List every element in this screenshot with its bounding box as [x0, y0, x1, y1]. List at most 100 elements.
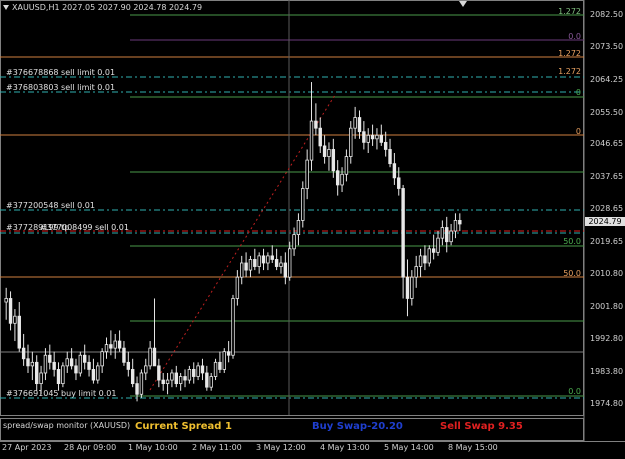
sell-swap-indicator: Sell Swap 9.35: [440, 421, 523, 432]
candle: [96, 365, 100, 381]
candle: [8, 298, 13, 324]
candle: [56, 369, 61, 385]
time-tick: 8 May 15:00: [448, 443, 498, 452]
fib-level-label: 50.0: [563, 237, 581, 246]
candle: [196, 365, 200, 377]
subwindow-title: spread/swap monitor (XAUUSD): [3, 421, 131, 430]
order-label[interactable]: #376691045 buy limit 0.01: [6, 389, 116, 398]
candle: [152, 347, 157, 367]
buy-swap-indicator: Buy Swap-20.20: [312, 421, 403, 432]
candle: [362, 131, 366, 143]
candle: [370, 134, 375, 140]
price-tick: 2037.65: [590, 172, 624, 181]
time-tick: 1 May 10:00: [128, 443, 178, 452]
candle: [375, 134, 379, 140]
price-tick: 2055.50: [590, 108, 624, 117]
symbol-line: XAUUSD,H1 2027.05 2027.90 2024.78 2024.7…: [12, 3, 203, 12]
candle: [113, 340, 117, 349]
candle: [209, 376, 213, 388]
candle: [222, 351, 226, 370]
price-tick: 1974.80: [590, 399, 624, 408]
price-tick: 2001.80: [590, 302, 624, 311]
candle: [414, 266, 418, 278]
candle: [74, 365, 78, 374]
fib-level-label: 1.272: [558, 49, 581, 58]
candle: [379, 134, 384, 143]
candle: [244, 262, 248, 271]
candle: [357, 117, 362, 133]
candle: [405, 276, 410, 299]
chart-window[interactable]: XAUUSD,H1 2027.05 2027.90 2024.78 2024.7…: [0, 0, 625, 455]
order-label[interactable]: #376678868 sell limit 0.01: [6, 68, 115, 77]
candle: [170, 372, 174, 381]
candle: [174, 372, 179, 385]
candle: [192, 369, 196, 377]
candle: [17, 315, 21, 349]
candle: [78, 354, 83, 374]
time-tick: 28 Apr 09:00: [64, 443, 117, 452]
trend-line: [149, 94, 336, 391]
candle: [39, 372, 43, 385]
price-tick: 1983.80: [590, 367, 624, 376]
candle: [218, 361, 222, 370]
candle: [274, 259, 279, 267]
candles: [4, 82, 462, 402]
candle: [397, 177, 401, 189]
candle: [13, 315, 17, 324]
candle: [257, 255, 261, 267]
price-tick: 2028.65: [590, 204, 624, 213]
candle: [287, 248, 292, 278]
candle: [187, 369, 192, 381]
candle: [91, 369, 96, 381]
price-tick: 1992.80: [590, 334, 624, 343]
candle: [26, 358, 30, 367]
candle: [122, 347, 126, 363]
symbol-info: XAUUSD,H1 2027.05 2027.90 2024.78 2024.7…: [3, 3, 202, 12]
candle: [314, 120, 318, 129]
candle: [52, 361, 56, 370]
price-tick: 2019.65: [590, 237, 624, 246]
order-label[interactable]: #377008499 sell 0.01: [40, 223, 129, 232]
candle: [226, 351, 231, 356]
fib-level-label: 0.0: [568, 387, 581, 396]
candle: [305, 159, 309, 189]
candle: [240, 262, 244, 278]
candle: [4, 298, 8, 303]
candle: [410, 276, 414, 299]
fib-level-label: 0: [575, 88, 581, 97]
fib-level-label: 1.272: [558, 7, 581, 16]
candle: [231, 298, 235, 356]
candle: [383, 141, 388, 150]
candle: [200, 365, 205, 374]
candle: [178, 376, 183, 385]
price-tick: 2010.80: [590, 269, 624, 278]
candle: [65, 358, 69, 367]
order-label[interactable]: #377200548 sell 0.01: [6, 201, 95, 210]
candle: [327, 149, 331, 157]
candle: [309, 120, 314, 161]
candle: [366, 134, 370, 143]
candle: [392, 163, 397, 179]
candle: [458, 220, 462, 225]
candle: [148, 347, 152, 367]
time-tick: 2 May 11:00: [192, 443, 242, 452]
order-label[interactable]: #376803803 sell limit 0.01: [6, 83, 115, 92]
time-tick: 3 May 12:00: [256, 443, 306, 452]
candle: [349, 127, 353, 157]
candle: [431, 248, 436, 253]
candle: [296, 220, 301, 236]
time-tick: 5 May 14:00: [384, 443, 434, 452]
candle: [248, 259, 253, 271]
candle: [335, 170, 340, 186]
candle: [340, 173, 344, 186]
current-price-badge: 2024.79: [585, 217, 625, 226]
time-tick: 4 May 13:00: [320, 443, 370, 452]
candle: [344, 156, 349, 175]
chart-shift-icon[interactable]: [459, 1, 467, 7]
dropdown-icon: [3, 5, 9, 10]
candle: [157, 365, 161, 381]
candle: [117, 340, 122, 349]
candle: [235, 276, 240, 299]
candle: [279, 262, 283, 267]
candle: [82, 354, 87, 363]
